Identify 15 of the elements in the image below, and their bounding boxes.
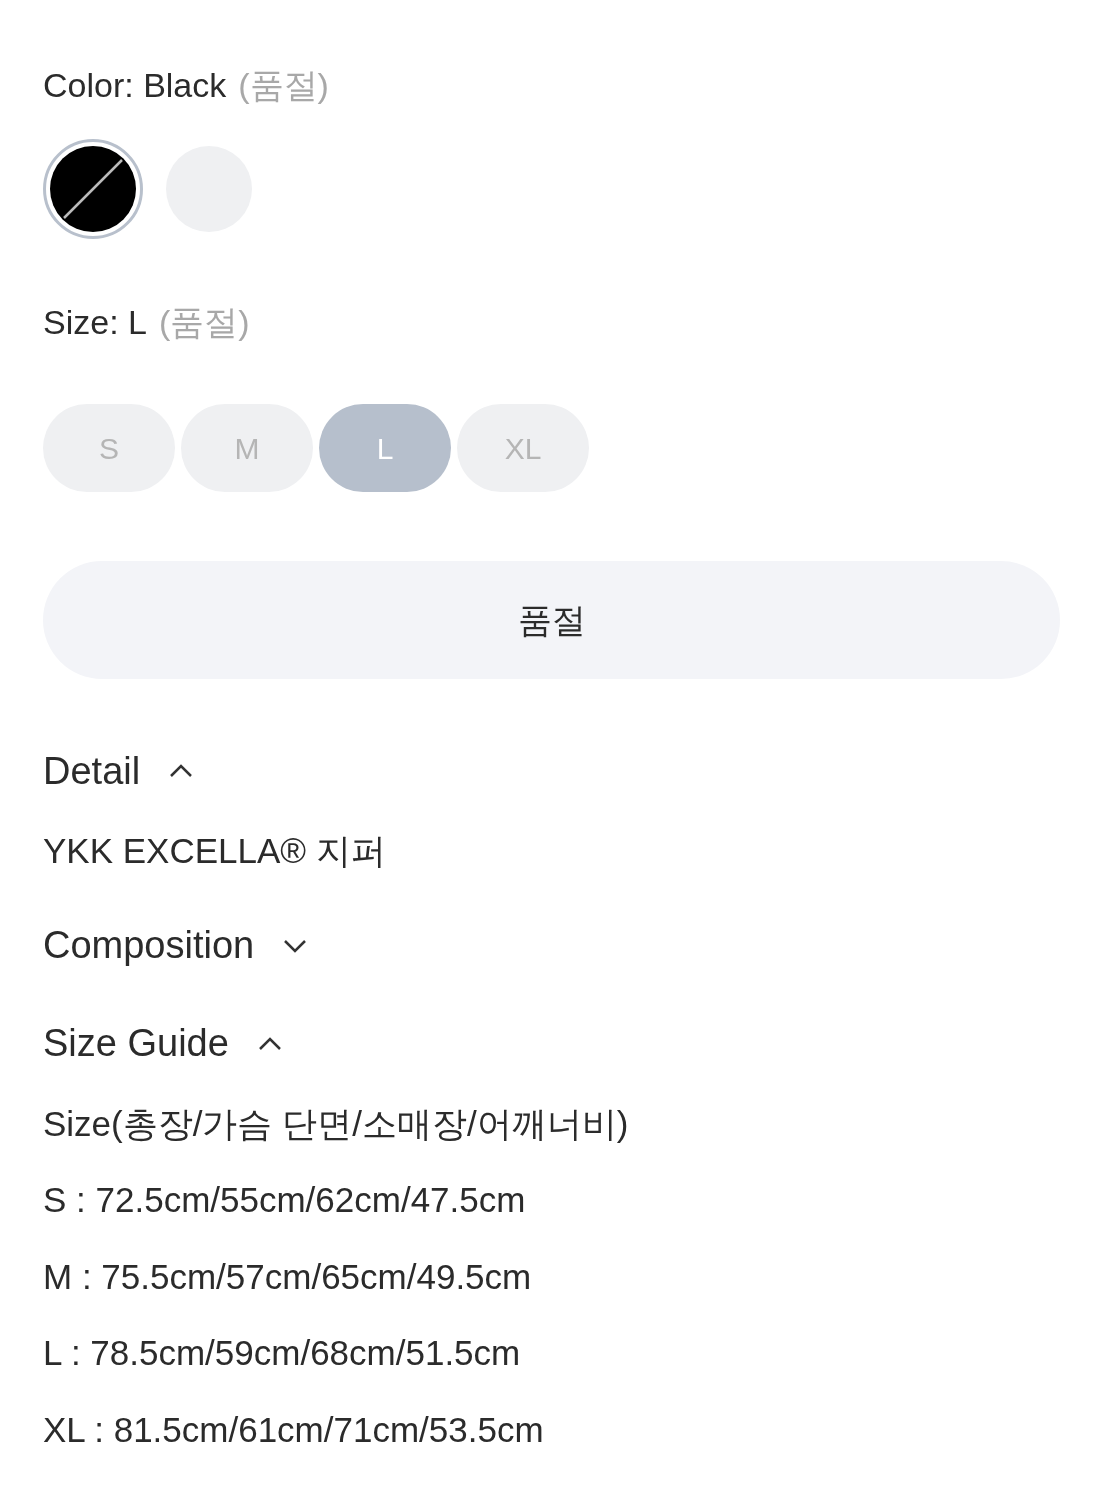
accordion-header[interactable]: Detail [43, 741, 1068, 801]
size-label: Size: L [43, 302, 147, 343]
detail-text: YKK EXCELLA® 지퍼 [43, 830, 387, 872]
color-label: Color: Black [43, 65, 227, 106]
chevron-down-icon [282, 937, 309, 954]
detail-text: S : 72.5cm/55cm/62cm/47.5cm [43, 1179, 527, 1221]
accordion-header[interactable]: Size Guide [43, 1013, 1068, 1074]
detail-text: Size(총장/가슴 단면/소매장/어깨너비) [43, 1102, 630, 1145]
sold-out-status: (품절) [238, 65, 329, 106]
detail-text: L : 78.5cm/59cm/68cm/51.5cm [43, 1332, 522, 1374]
detail-text: XL : 81.5cm/61cm/71cm/53.5cm [43, 1408, 545, 1451]
sold-out-status: (품절) [158, 302, 250, 343]
color-swatch[interactable] [43, 139, 143, 239]
detail-text: M : 75.5cm/57cm/65cm/49.5cm [43, 1255, 533, 1298]
accordion-header[interactable]: Composition [43, 915, 1068, 976]
